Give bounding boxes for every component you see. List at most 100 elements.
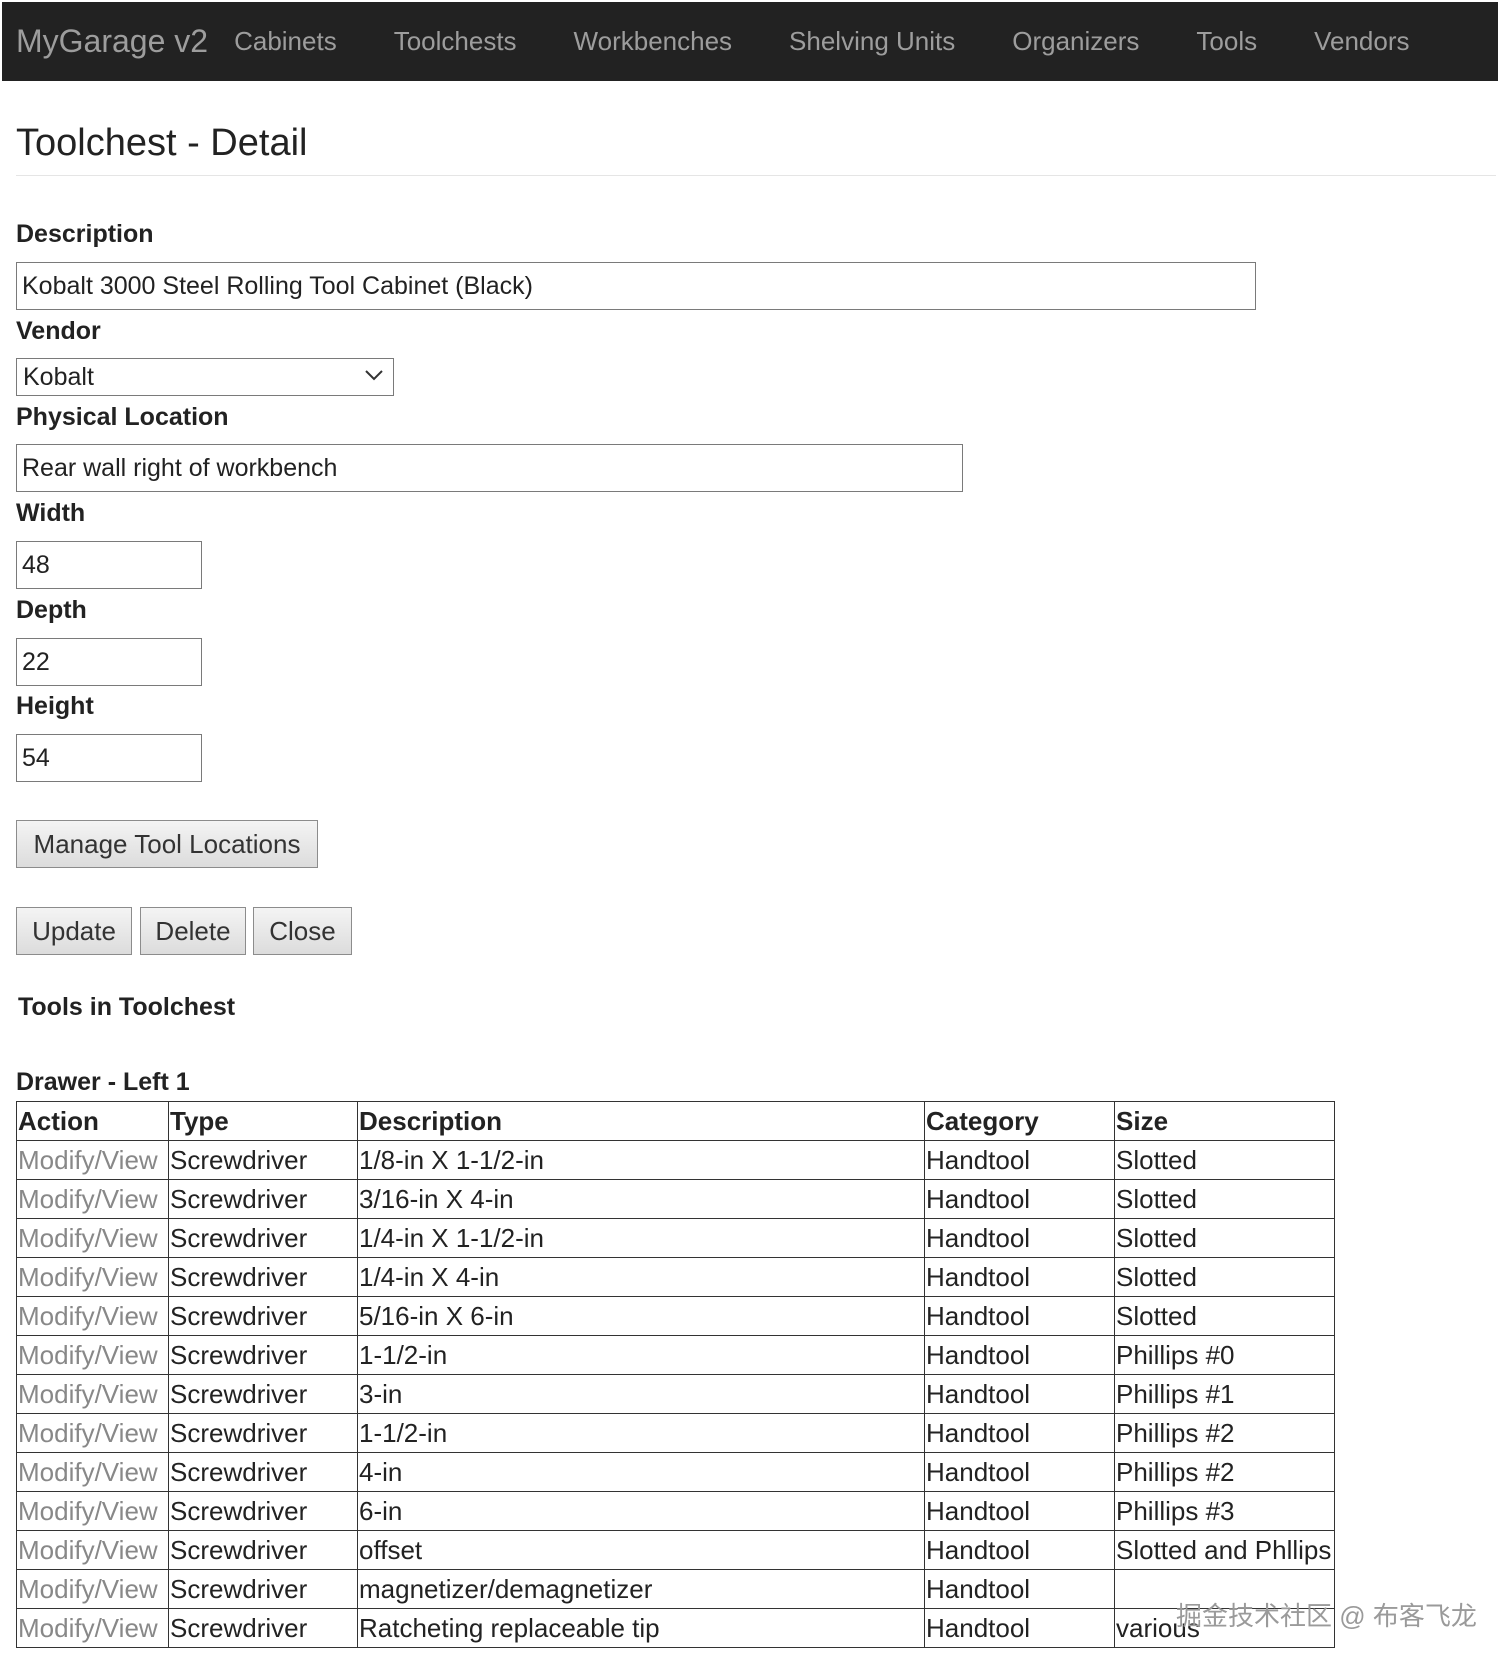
- modify-view-link[interactable]: Modify/View: [18, 1301, 158, 1331]
- type-cell: Screwdriver: [168, 1335, 358, 1375]
- location-input[interactable]: [16, 444, 963, 492]
- modify-view-link[interactable]: Modify/View: [18, 1145, 158, 1175]
- size-cell: Slotted: [1114, 1218, 1335, 1258]
- size-cell: Phillips #0: [1114, 1335, 1335, 1375]
- table-row: Modify/View Screwdriver 1-1/2-in Handtoo…: [16, 1335, 1335, 1375]
- tools-section-title: Tools in Toolchest: [18, 993, 236, 1021]
- modify-view-link[interactable]: Modify/View: [18, 1496, 158, 1526]
- modify-view-link[interactable]: Modify/View: [18, 1340, 158, 1370]
- category-cell: Handtool: [924, 1413, 1115, 1453]
- type-cell: Screwdriver: [168, 1374, 358, 1414]
- vendor-select[interactable]: Kobalt: [16, 358, 394, 396]
- description-cell: 1-1/2-in: [357, 1335, 925, 1375]
- column-header-category: Category: [924, 1101, 1115, 1141]
- category-cell: Handtool: [924, 1335, 1115, 1375]
- table-row: Modify/View Screwdriver 6-in Handtool Ph…: [16, 1491, 1335, 1531]
- nav-link-toolchests[interactable]: Toolchests: [394, 26, 517, 57]
- table-row: Modify/View Screwdriver 1/8-in X 1-1/2-i…: [16, 1140, 1335, 1180]
- category-cell: Handtool: [924, 1140, 1115, 1180]
- navbar: MyGarage v2 Cabinets Toolchests Workbenc…: [2, 2, 1498, 81]
- manage-tool-locations-button[interactable]: Manage Tool Locations: [16, 820, 318, 868]
- description-cell: 5/16-in X 6-in: [357, 1296, 925, 1336]
- description-cell: 1/4-in X 1-1/2-in: [357, 1218, 925, 1258]
- action-cell: Modify/View: [16, 1218, 169, 1258]
- brand-link[interactable]: MyGarage v2: [2, 23, 208, 60]
- drawer-title: Drawer - Left 1: [16, 1068, 190, 1096]
- update-button[interactable]: Update: [16, 907, 132, 955]
- modify-view-link[interactable]: Modify/View: [18, 1535, 158, 1565]
- category-cell: Handtool: [924, 1179, 1115, 1219]
- description-cell: 1/4-in X 4-in: [357, 1257, 925, 1297]
- modify-view-link[interactable]: Modify/View: [18, 1379, 158, 1409]
- action-cell: Modify/View: [16, 1296, 169, 1336]
- nav-link-shelving-units[interactable]: Shelving Units: [789, 26, 955, 57]
- table-row: Modify/View Screwdriver magnetizer/demag…: [16, 1569, 1335, 1609]
- size-cell: Phillips #1: [1114, 1374, 1335, 1414]
- nav-link-vendors[interactable]: Vendors: [1314, 26, 1409, 57]
- table-row: Modify/View Screwdriver 3-in Handtool Ph…: [16, 1374, 1335, 1414]
- description-input[interactable]: [16, 262, 1256, 310]
- size-cell: Slotted: [1114, 1179, 1335, 1219]
- modify-view-link[interactable]: Modify/View: [18, 1418, 158, 1448]
- modify-view-link[interactable]: Modify/View: [18, 1223, 158, 1253]
- action-cell: Modify/View: [16, 1374, 169, 1414]
- modify-view-link[interactable]: Modify/View: [18, 1613, 158, 1643]
- action-cell: Modify/View: [16, 1452, 169, 1492]
- table-row: Modify/View Screwdriver 4-in Handtool Ph…: [16, 1452, 1335, 1492]
- type-cell: Screwdriver: [168, 1491, 358, 1531]
- page-title: Toolchest - Detail: [16, 122, 308, 164]
- category-cell: Handtool: [924, 1608, 1115, 1648]
- table-row: Modify/View Screwdriver 1-1/2-in Handtoo…: [16, 1413, 1335, 1453]
- table-header-row: Action Type Description Category Size: [16, 1101, 1335, 1141]
- action-cell: Modify/View: [16, 1179, 169, 1219]
- title-divider: [16, 175, 1496, 176]
- width-label: Width: [16, 499, 86, 527]
- nav-link-organizers[interactable]: Organizers: [1012, 26, 1139, 57]
- category-cell: Handtool: [924, 1374, 1115, 1414]
- type-cell: Screwdriver: [168, 1218, 358, 1258]
- action-cell: Modify/View: [16, 1140, 169, 1180]
- column-header-action: Action: [16, 1101, 169, 1141]
- type-cell: Screwdriver: [168, 1413, 358, 1453]
- type-cell: Screwdriver: [168, 1257, 358, 1297]
- vendor-label: Vendor: [16, 317, 101, 345]
- description-cell: 1/8-in X 1-1/2-in: [357, 1140, 925, 1180]
- description-cell: 3/16-in X 4-in: [357, 1179, 925, 1219]
- modify-view-link[interactable]: Modify/View: [18, 1262, 158, 1292]
- size-cell: Slotted and Phllips: [1114, 1530, 1335, 1570]
- action-cell: Modify/View: [16, 1413, 169, 1453]
- modify-view-link[interactable]: Modify/View: [18, 1184, 158, 1214]
- category-cell: Handtool: [924, 1530, 1115, 1570]
- delete-button[interactable]: Delete: [140, 907, 246, 955]
- action-cell: Modify/View: [16, 1530, 169, 1570]
- type-cell: Screwdriver: [168, 1608, 358, 1648]
- depth-input[interactable]: [16, 638, 202, 686]
- nav-link-workbenches[interactable]: Workbenches: [574, 26, 733, 57]
- size-cell: Phillips #2: [1114, 1452, 1335, 1492]
- height-input[interactable]: [16, 734, 202, 782]
- action-cell: Modify/View: [16, 1335, 169, 1375]
- nav-link-tools[interactable]: Tools: [1196, 26, 1257, 57]
- chevron-down-icon: [365, 370, 383, 381]
- modify-view-link[interactable]: Modify/View: [18, 1574, 158, 1604]
- action-cell: Modify/View: [16, 1491, 169, 1531]
- table-row: Modify/View Screwdriver 3/16-in X 4-in H…: [16, 1179, 1335, 1219]
- nav-link-cabinets[interactable]: Cabinets: [234, 26, 337, 57]
- action-cell: Modify/View: [16, 1569, 169, 1609]
- type-cell: Screwdriver: [168, 1452, 358, 1492]
- action-cell: Modify/View: [16, 1257, 169, 1297]
- tools-table: Action Type Description Category Size Mo…: [16, 1101, 1335, 1648]
- table-row: Modify/View Screwdriver Ratcheting repla…: [16, 1608, 1335, 1648]
- table-row: Modify/View Screwdriver offset Handtool …: [16, 1530, 1335, 1570]
- table-row: Modify/View Screwdriver 5/16-in X 6-in H…: [16, 1296, 1335, 1336]
- modify-view-link[interactable]: Modify/View: [18, 1457, 158, 1487]
- type-cell: Screwdriver: [168, 1296, 358, 1336]
- width-input[interactable]: [16, 541, 202, 589]
- close-button[interactable]: Close: [253, 907, 352, 955]
- category-cell: Handtool: [924, 1569, 1115, 1609]
- category-cell: Handtool: [924, 1218, 1115, 1258]
- size-cell: Slotted: [1114, 1140, 1335, 1180]
- table-row: Modify/View Screwdriver 1/4-in X 4-in Ha…: [16, 1257, 1335, 1297]
- type-cell: Screwdriver: [168, 1569, 358, 1609]
- watermark-text: 掘金技术社区 @ 布客飞龙: [1176, 1601, 1477, 1631]
